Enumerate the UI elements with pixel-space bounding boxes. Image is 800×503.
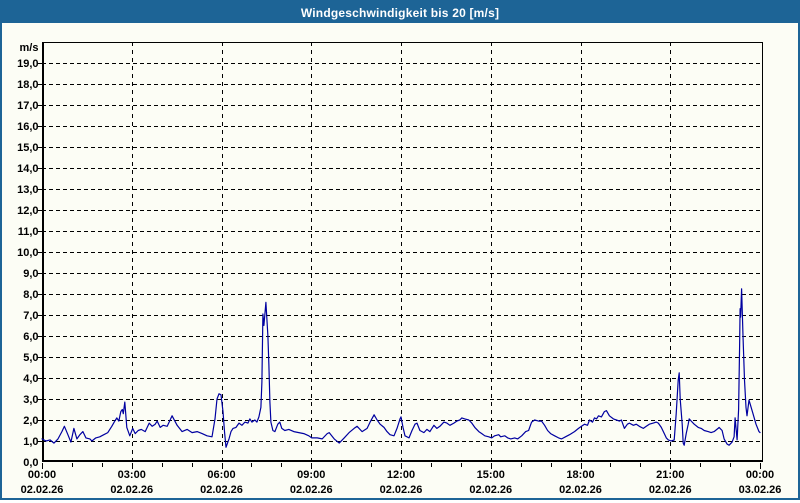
y-axis-label: 9,0 (23, 268, 38, 280)
x-axis-time-label: 09:00 (297, 469, 325, 481)
y-axis-label: 1,0 (23, 436, 38, 448)
x-axis-date-label: 02.02.26 (559, 484, 602, 496)
y-axis-label: 17,0 (17, 100, 38, 112)
y-axis-label: 16,0 (17, 121, 38, 133)
y-axis-label: 14,0 (17, 163, 38, 175)
y-axis-label: 7,0 (23, 310, 38, 322)
x-axis-time-label: 03:00 (118, 469, 146, 481)
y-axis-label: 15,0 (17, 142, 38, 154)
x-axis-time-label: 21:00 (656, 469, 684, 481)
wind-speed-line (41, 288, 761, 448)
x-axis-date-label: 02.02.26 (469, 484, 512, 496)
axis-lines (42, 42, 763, 462)
x-axis-date-label: 03.02.26 (739, 484, 782, 496)
chart-area: 0,0 1,0 2,0 3,0 4,0 5,0 6,0 7,0 8,0 9,0 10,0 11,0 12… (2, 23, 798, 498)
x-axis-time-label: 00:00 (746, 469, 774, 481)
y-axis-label: 2,0 (23, 415, 38, 427)
x-axis-date-label: 02.02.26 (21, 484, 64, 496)
title-bar: Windgeschwindigkeit bis 20 [m/s] (2, 2, 798, 23)
x-axis-time-label: 00:00 (28, 469, 56, 481)
x-axis-time-label: 15:00 (477, 469, 505, 481)
x-axis-time-label: 18:00 (566, 469, 594, 481)
y-axis-unit-label: m/s (20, 42, 39, 54)
wind-speed-chart: 0,0 1,0 2,0 3,0 4,0 5,0 6,0 7,0 8,0 9,0 10,0 11,0 12… (17, 42, 782, 496)
x-axis-time-label: 12:00 (387, 469, 415, 481)
app-window: Windgeschwindigkeit bis 20 [m/s] 0,0 1,0 2… (0, 0, 800, 500)
y-axis-label: 8,0 (23, 289, 38, 301)
y-axis-label: 13,0 (17, 184, 38, 196)
y-axis-label: 18,0 (17, 79, 38, 91)
y-axis-label: 0,0 (23, 457, 38, 469)
y-axis-label: 5,0 (23, 352, 38, 364)
y-axis-label: 3,0 (23, 394, 38, 406)
x-axis-date-label: 02.02.26 (110, 484, 153, 496)
x-axis-date-label: 02.02.26 (380, 484, 423, 496)
y-axis-label: 11,0 (18, 226, 39, 238)
window-title: Windgeschwindigkeit bis 20 [m/s] (300, 5, 500, 20)
y-axis-label: 12,0 (17, 205, 38, 217)
x-axis-time-label: 06:00 (207, 469, 235, 481)
y-axis-label: 10,0 (17, 247, 38, 259)
y-axis-label: 19,0 (17, 58, 38, 70)
x-axis-date-label: 02.02.26 (649, 484, 692, 496)
y-axis-label: 4,0 (23, 373, 38, 385)
y-axis-label: 6,0 (23, 331, 38, 343)
x-axis-date-label: 02.02.26 (290, 484, 333, 496)
x-axis-date-label: 02.02.26 (200, 484, 243, 496)
